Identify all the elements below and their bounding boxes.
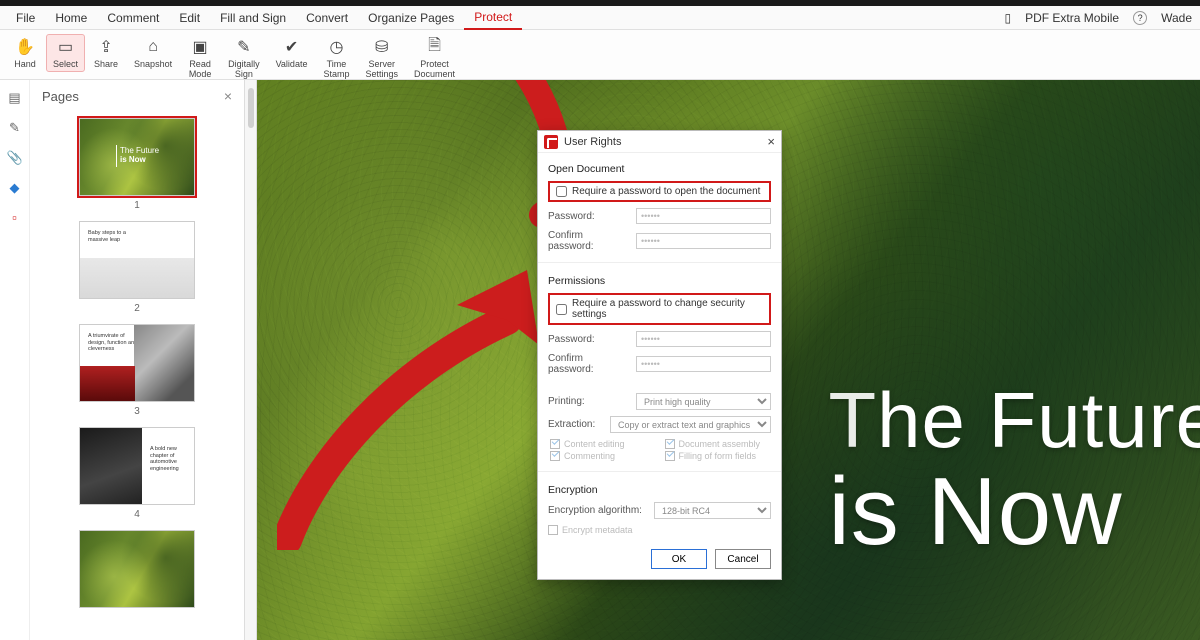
- encryption-section: Encryption: [548, 484, 771, 496]
- help-icon[interactable]: ?: [1133, 11, 1147, 25]
- thumbnail-2[interactable]: Baby steps to a massive leap: [79, 221, 195, 299]
- thumbnail-4[interactable]: A bold new chapter of automotive enginee…: [79, 427, 195, 505]
- tab-fill-sign[interactable]: Fill and Sign: [210, 7, 296, 29]
- camera-icon: ⌂: [142, 37, 164, 57]
- tool-read-mode[interactable]: ▣Read Mode: [181, 34, 219, 82]
- tool-protect-document[interactable]: 🗎Protect Document: [407, 34, 462, 82]
- tool-hand[interactable]: ✋Hand: [6, 34, 44, 72]
- confirm-password-label: Confirm password:: [548, 230, 630, 252]
- perm-commenting[interactable]: Commenting: [550, 451, 657, 461]
- perm-password-label: Require a password to change security se…: [572, 298, 763, 320]
- check-icon: ✔: [281, 37, 303, 57]
- share-icon: ⇪: [95, 37, 117, 57]
- tab-protect[interactable]: Protect: [464, 6, 522, 30]
- tab-file[interactable]: File: [6, 7, 45, 29]
- app-logo-icon: [544, 135, 558, 149]
- ok-button[interactable]: OK: [651, 549, 707, 569]
- open-password-checkbox[interactable]: [556, 186, 567, 197]
- thumb-num-4: 4: [134, 509, 140, 520]
- open-confirm-field[interactable]: [636, 233, 771, 249]
- attachments-icon[interactable]: 📎: [7, 150, 23, 166]
- cancel-button[interactable]: Cancel: [715, 549, 771, 569]
- menu-bar: File Home Comment Edit Fill and Sign Con…: [0, 6, 1200, 30]
- user-label[interactable]: Wade: [1161, 11, 1192, 25]
- thumb-wrap-4[interactable]: A bold new chapter of automotive enginee…: [79, 427, 195, 520]
- perm-confirm-field-label: Confirm password:: [548, 353, 630, 375]
- lock-icon: 🗎: [424, 37, 446, 57]
- book-icon: ▣: [189, 37, 211, 57]
- clock-icon: ◷: [325, 37, 347, 57]
- perm-doc-assembly[interactable]: Document assembly: [665, 439, 772, 449]
- highlight-open-password: Require a password to open the document: [548, 181, 771, 202]
- pen-icon: ✎: [233, 37, 255, 57]
- dialog-title: User Rights: [564, 136, 621, 148]
- thumb-wrap-2[interactable]: Baby steps to a massive leap 2: [79, 221, 195, 314]
- tab-organize[interactable]: Organize Pages: [358, 7, 464, 29]
- open-document-section: Open Document: [548, 163, 771, 175]
- encrypt-metadata[interactable]: Encrypt metadata: [548, 525, 771, 535]
- perm-form-fields[interactable]: Filling of form fields: [665, 451, 772, 461]
- tool-select[interactable]: ▭Select: [46, 34, 85, 72]
- server-icon: ⛁: [371, 37, 393, 57]
- dialog-titlebar[interactable]: User Rights ×: [538, 131, 781, 153]
- thumb-wrap-5[interactable]: [79, 530, 195, 608]
- thumbnail-3[interactable]: A triumvirate of design, function and cl…: [79, 324, 195, 402]
- mobile-label[interactable]: PDF Extra Mobile: [1025, 11, 1119, 25]
- perm-confirm-field[interactable]: [636, 356, 771, 372]
- thumb-wrap-1[interactable]: The Futureis Now 1: [79, 118, 195, 211]
- tool-time-stamp[interactable]: ◷Time Stamp: [316, 34, 356, 82]
- open-password-field[interactable]: [636, 208, 771, 224]
- tool-server-settings[interactable]: ⛁Server Settings: [358, 34, 405, 82]
- user-rights-dialog: User Rights × Open Document Require a pa…: [537, 130, 782, 580]
- permissions-section: Permissions: [548, 275, 771, 287]
- scroll-gutter[interactable]: [245, 80, 257, 640]
- tab-home[interactable]: Home: [45, 7, 97, 29]
- perm-password-field[interactable]: [636, 331, 771, 347]
- perm-password-checkbox[interactable]: [556, 304, 567, 315]
- enc-alg-select[interactable]: 128-bit RC4: [654, 502, 771, 519]
- highlight-perm-password: Require a password to change security se…: [548, 293, 771, 325]
- thumbnail-1[interactable]: The Futureis Now: [79, 118, 195, 196]
- extraction-label: Extraction:: [548, 419, 604, 430]
- tool-digitally-sign[interactable]: ✎Digitally Sign: [221, 34, 267, 82]
- signatures-icon[interactable]: ▫: [7, 210, 23, 226]
- tab-convert[interactable]: Convert: [296, 7, 358, 29]
- tab-comment[interactable]: Comment: [97, 7, 169, 29]
- tool-snapshot[interactable]: ⌂Snapshot: [127, 34, 179, 72]
- extraction-select[interactable]: Copy or extract text and graphics: [610, 416, 771, 433]
- ribbon-toolbar: ✋Hand ▭Select ⇪Share ⌂Snapshot ▣Read Mod…: [0, 30, 1200, 80]
- password-label: Password:: [548, 211, 630, 222]
- printing-select[interactable]: Print high quality: [636, 393, 771, 410]
- perm-password-field-label: Password:: [548, 334, 630, 345]
- tool-share[interactable]: ⇪Share: [87, 34, 125, 72]
- thumbnail-5[interactable]: [79, 530, 195, 608]
- bookmarks-icon[interactable]: ✎: [7, 120, 23, 136]
- thumb-wrap-3[interactable]: A triumvirate of design, function and cl…: [79, 324, 195, 417]
- tool-validate[interactable]: ✔Validate: [269, 34, 315, 72]
- mobile-icon: ▯: [1004, 11, 1011, 25]
- hand-icon: ✋: [14, 37, 36, 57]
- layers-icon[interactable]: ◆: [7, 180, 23, 196]
- thumb-num-3: 3: [134, 406, 140, 417]
- thumbnail-list[interactable]: The Futureis Now 1 Baby steps to a massi…: [30, 112, 244, 640]
- select-icon: ▭: [55, 37, 77, 57]
- doc-headline: ThThe Futuree Future is Now: [828, 380, 1200, 563]
- left-icon-strip: ▤ ✎ 📎 ◆ ▫: [0, 80, 30, 640]
- perm-content-editing[interactable]: Content editing: [550, 439, 657, 449]
- open-password-label: Require a password to open the document: [572, 186, 760, 197]
- enc-alg-label: Encryption algorithm:: [548, 505, 648, 516]
- thumb-num-2: 2: [134, 303, 140, 314]
- printing-label: Printing:: [548, 396, 630, 407]
- tab-edit[interactable]: Edit: [169, 7, 210, 29]
- document-view[interactable]: ThThe Futuree Future is Now User Rights …: [257, 80, 1200, 640]
- thumb-num-1: 1: [134, 200, 140, 211]
- pages-icon[interactable]: ▤: [7, 90, 23, 106]
- close-icon[interactable]: ×: [224, 88, 232, 104]
- pages-panel: Pages × The Futureis Now 1 Baby steps to…: [30, 80, 245, 640]
- dialog-close-icon[interactable]: ×: [767, 134, 775, 149]
- pages-panel-title: Pages: [42, 89, 79, 104]
